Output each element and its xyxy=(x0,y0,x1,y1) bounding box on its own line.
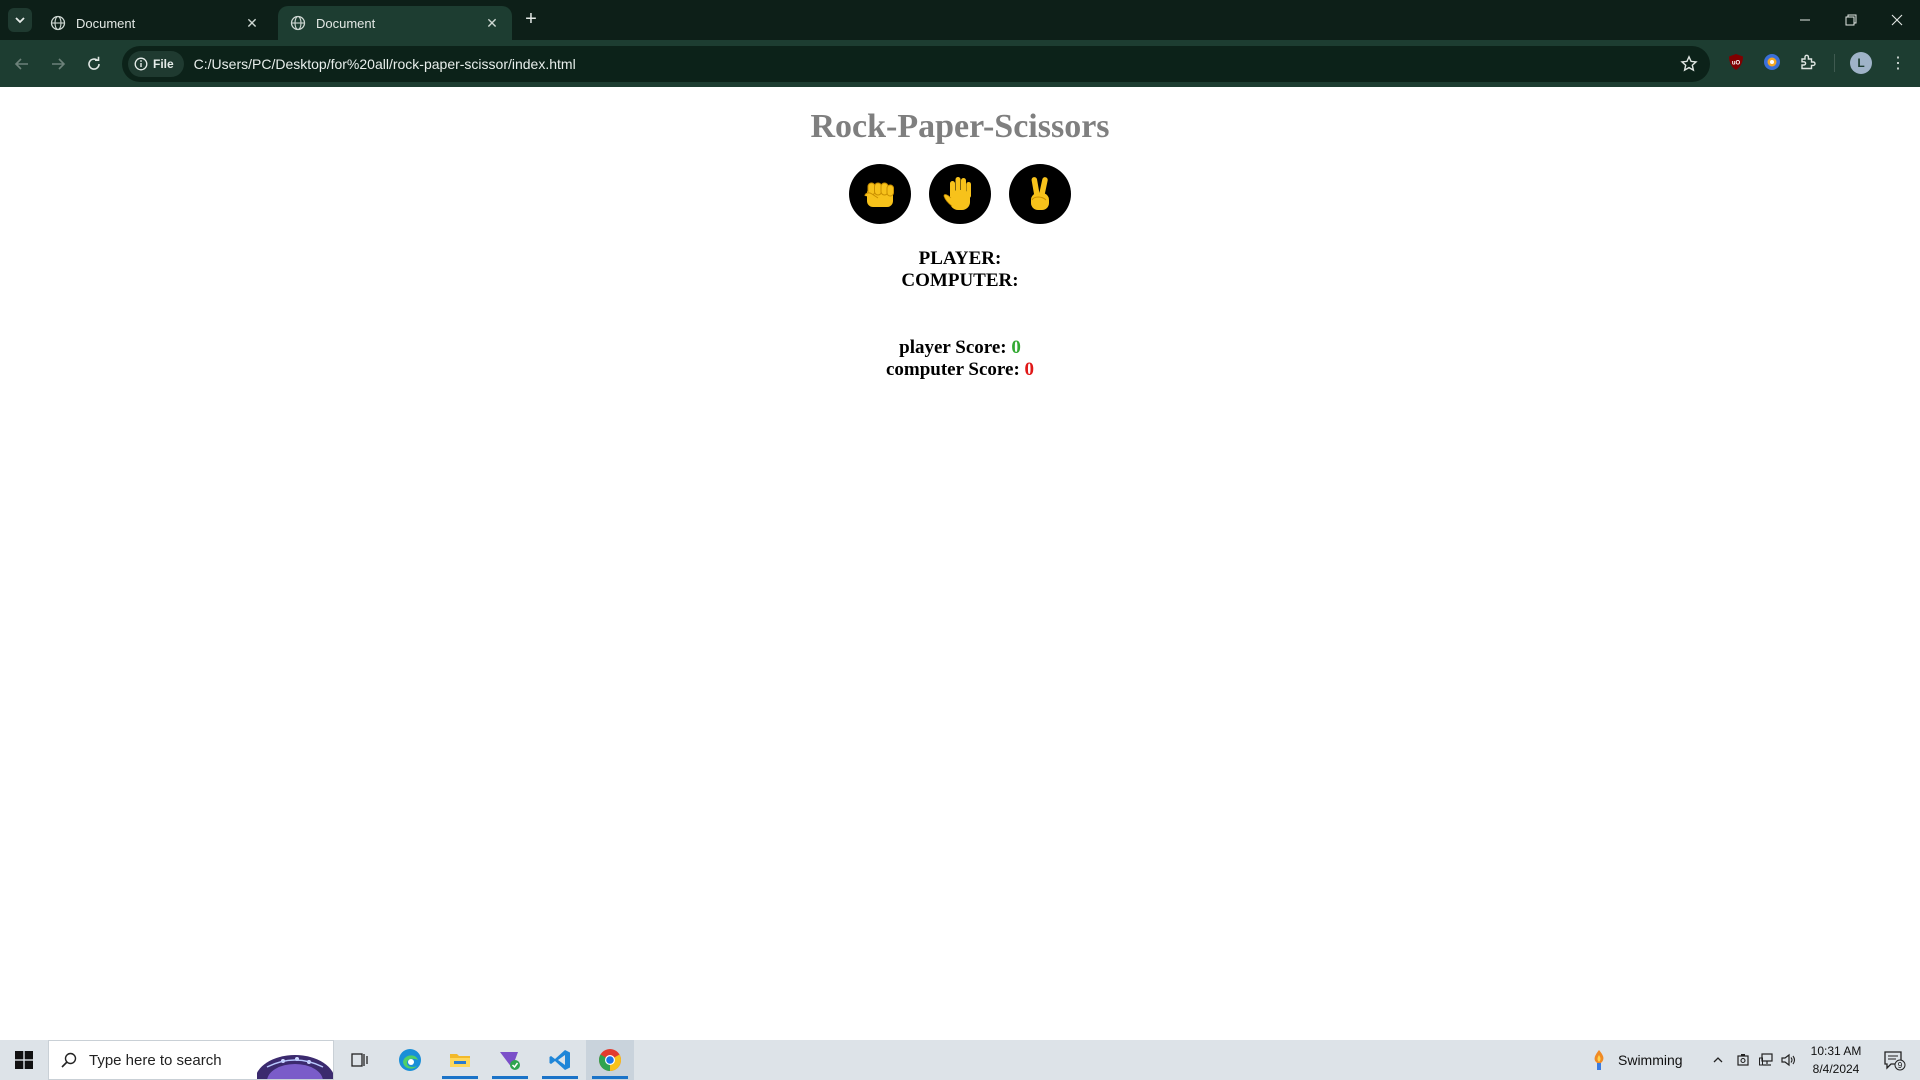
scoreboard: player Score: 0 computer Score: 0 xyxy=(0,337,1920,381)
minimize-icon xyxy=(1800,19,1810,21)
player-score-value: 0 xyxy=(1011,337,1021,358)
start-button[interactable] xyxy=(0,1040,48,1080)
vscode-icon xyxy=(549,1050,570,1070)
raised-hand-icon xyxy=(943,177,971,210)
player-choice-label: PLAYER: xyxy=(918,248,1002,269)
more-menu-icon[interactable]: ⋮ xyxy=(1888,52,1908,74)
chrome-icon xyxy=(599,1049,621,1071)
chevron-down-icon xyxy=(15,17,25,24)
close-icon[interactable]: ✕ xyxy=(484,15,500,31)
speaker-icon xyxy=(1781,1053,1796,1067)
task-view-icon xyxy=(351,1053,368,1067)
scissors-button[interactable] xyxy=(1009,164,1071,224)
weather-text: Swimming xyxy=(1618,1052,1683,1068)
computer-score-row: computer Score: 0 xyxy=(0,359,1920,381)
browser-toolbar: File C:/Users/PC/Desktop/for%20all/rock-… xyxy=(0,40,1920,87)
chevron-up-icon xyxy=(1713,1057,1723,1063)
victory-hand-icon xyxy=(1031,177,1049,210)
scheme-label: File xyxy=(153,57,174,71)
tab-search-button[interactable] xyxy=(8,8,32,32)
camera-icon xyxy=(1737,1054,1749,1066)
torch-icon xyxy=(1594,1050,1604,1070)
minimize-button[interactable] xyxy=(1782,0,1828,40)
tab-title: Document xyxy=(76,15,136,31)
windows-logo-icon xyxy=(15,1051,33,1069)
meeting-tray-button[interactable] xyxy=(1732,1040,1754,1080)
info-icon xyxy=(134,57,148,71)
notification-center-button[interactable]: 9 xyxy=(1874,1040,1914,1080)
ublock-extension-icon[interactable]: uO xyxy=(1724,50,1748,74)
rock-button[interactable] xyxy=(849,164,911,224)
toolbar-divider xyxy=(1834,54,1835,72)
restore-icon xyxy=(1845,14,1857,26)
notification-icon: 9 xyxy=(1884,1051,1906,1071)
folder-icon xyxy=(450,1054,470,1067)
close-icon xyxy=(1891,14,1903,26)
system-clock[interactable]: 10:31 AM 8/4/2024 xyxy=(1800,1042,1872,1078)
page-title: Rock-Paper-Scissors xyxy=(810,108,1110,145)
close-window-button[interactable] xyxy=(1874,0,1920,40)
search-highlight-image xyxy=(257,1041,333,1079)
app-icon xyxy=(500,1052,520,1070)
site-info-chip[interactable]: File xyxy=(128,51,184,77)
tab-document-1[interactable]: Document ✕ xyxy=(38,6,272,40)
bookmark-star-icon[interactable] xyxy=(1680,55,1698,73)
search-placeholder: Type here to search xyxy=(89,1051,222,1069)
clock-date: 8/4/2024 xyxy=(1812,1062,1860,1076)
close-icon[interactable]: ✕ xyxy=(244,15,260,31)
app-taskbar-button[interactable] xyxy=(486,1040,534,1080)
arrow-right-icon xyxy=(52,58,66,70)
computer-score-value: 0 xyxy=(1024,359,1035,380)
weather-widget[interactable]: Swimming xyxy=(1590,1040,1683,1080)
extension-icon[interactable] xyxy=(1760,50,1784,74)
volume-tray-button[interactable] xyxy=(1778,1040,1800,1080)
task-view-button[interactable] xyxy=(336,1040,384,1080)
clock-time: 10:31 AM xyxy=(1810,1044,1862,1058)
show-hidden-icons-button[interactable] xyxy=(1706,1040,1730,1080)
extensions-puzzle-icon[interactable] xyxy=(1796,50,1820,74)
forward-button[interactable] xyxy=(44,50,72,78)
search-icon xyxy=(61,1052,77,1068)
windows-taskbar: Type here to search Swimming 10:31 AM 8/… xyxy=(0,1040,1920,1080)
globe-icon xyxy=(50,15,66,31)
edge-icon xyxy=(399,1049,421,1071)
restore-button[interactable] xyxy=(1828,0,1874,40)
svg-text:uO: uO xyxy=(1732,61,1741,67)
page-content: Rock-Paper-Scissors PLAYER: COMPUTER: pl… xyxy=(0,87,1920,1040)
notification-count: 9 xyxy=(1898,1061,1903,1070)
choice-buttons xyxy=(0,164,1920,224)
arrow-left-icon xyxy=(14,58,28,70)
reload-icon xyxy=(88,56,100,70)
tab-title: Document xyxy=(316,15,376,31)
reload-button[interactable] xyxy=(80,50,108,78)
network-tray-button[interactable] xyxy=(1756,1040,1778,1080)
player-score-label: player Score: xyxy=(899,337,1007,358)
back-button[interactable] xyxy=(8,50,36,78)
profile-avatar[interactable]: L xyxy=(1850,52,1872,74)
computer-choice-label: COMPUTER: xyxy=(901,270,1019,291)
tab-strip: Document ✕ Document ✕ + xyxy=(0,0,1920,40)
new-tab-button[interactable]: + xyxy=(520,9,542,31)
round-result: PLAYER: COMPUTER: xyxy=(0,248,1920,292)
file-explorer-taskbar-button[interactable] xyxy=(436,1040,484,1080)
tab-document-2[interactable]: Document ✕ xyxy=(278,6,512,40)
player-score-row: player Score: 0 xyxy=(0,337,1920,359)
browser-chrome: Document ✕ Document ✕ + File C:/Users/PC… xyxy=(0,0,1920,87)
chrome-taskbar-button[interactable] xyxy=(586,1040,634,1080)
vscode-taskbar-button[interactable] xyxy=(536,1040,584,1080)
network-icon xyxy=(1759,1053,1773,1066)
address-bar[interactable]: File C:/Users/PC/Desktop/for%20all/rock-… xyxy=(122,46,1710,82)
url-text: C:/Users/PC/Desktop/for%20all/rock-paper… xyxy=(193,56,576,72)
globe-icon xyxy=(290,15,306,31)
edge-taskbar-button[interactable] xyxy=(386,1040,434,1080)
fist-icon xyxy=(864,182,894,207)
taskbar-search-box[interactable]: Type here to search xyxy=(48,1040,334,1080)
paper-button[interactable] xyxy=(929,164,991,224)
computer-score-label: computer Score: xyxy=(885,359,1020,380)
